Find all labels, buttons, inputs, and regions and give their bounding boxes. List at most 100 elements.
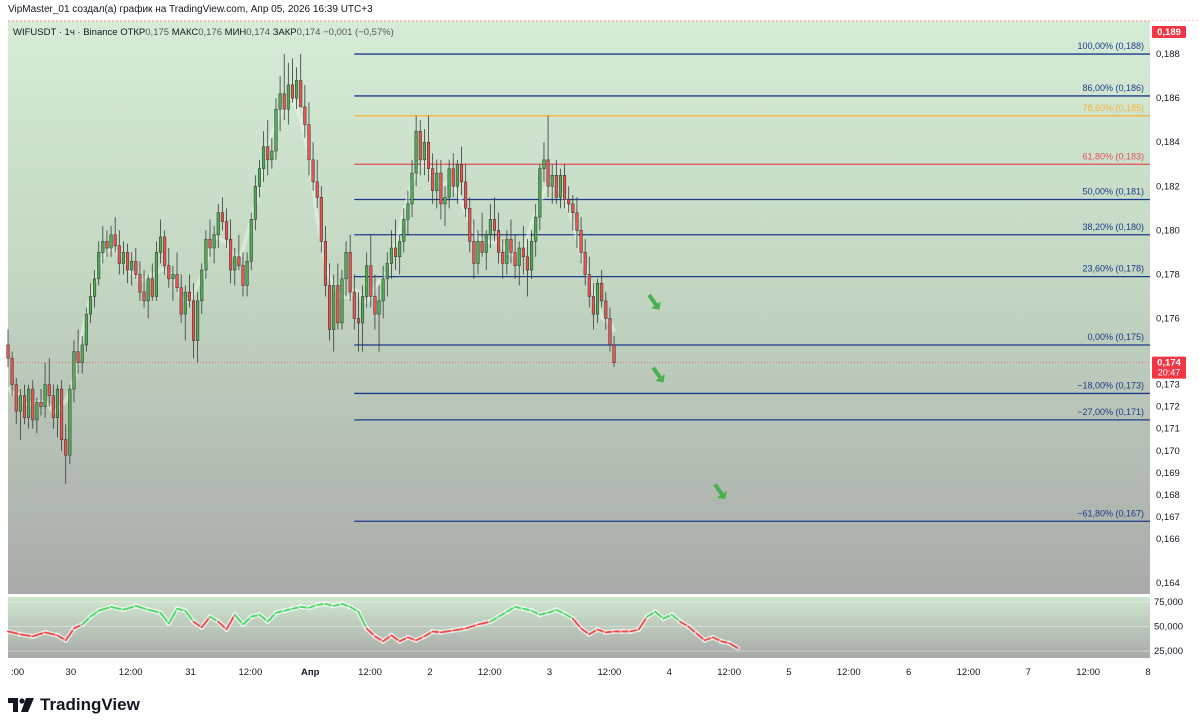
candle-body-13 [60, 388, 64, 440]
candle-body-75 [315, 181, 319, 198]
fib-level-label-1: 86,00% (0,186) [1082, 83, 1144, 93]
candle-body-29 [126, 252, 130, 271]
candle-body-123 [513, 252, 517, 266]
candle-body-68 [286, 84, 290, 110]
candle-body-7 [35, 402, 39, 421]
candle-body-41 [175, 274, 179, 288]
time-axis-tick-10: 12:00 [598, 667, 622, 678]
time-axis-tick-6: 12:00 [358, 667, 382, 678]
candle-body-107 [447, 168, 451, 198]
candle-body-105 [439, 172, 443, 205]
candle-body-120 [501, 252, 505, 264]
price-axis-tick-9: 0,172 [1156, 402, 1180, 413]
time-axis-tick-2: 12:00 [119, 667, 143, 678]
candle-body-131 [546, 159, 550, 187]
tradingview-logo[interactable]: TradingView [8, 694, 140, 716]
candle-body-1 [10, 357, 14, 385]
price-axis-tick-16: 0,164 [1156, 578, 1180, 589]
candle-body-95 [398, 241, 402, 258]
candle-body-96 [402, 219, 406, 242]
candle-body-94 [394, 247, 398, 258]
candle-body-20 [88, 296, 92, 315]
candle-body-89 [373, 296, 377, 315]
candle-body-24 [105, 241, 109, 249]
ohlc-legend: WIFUSDT · 1ч · Binance ОТКР0,175 МАКС0,1… [13, 27, 394, 38]
price-axis-tick-14: 0,167 [1156, 512, 1180, 523]
fib-level-label-4: 50,00% (0,181) [1082, 187, 1144, 197]
candle-body-118 [492, 219, 497, 231]
candle-body-38 [163, 236, 167, 266]
candle-body-87 [365, 265, 369, 297]
candle-body-126 [525, 256, 529, 271]
candle-body-92 [385, 263, 389, 280]
time-axis-tick-12: 12:00 [717, 667, 741, 678]
price-axis-tick-2: 0,184 [1156, 137, 1180, 148]
candle-body-25 [109, 234, 113, 249]
time-axis-tick-7: 2 [427, 667, 432, 678]
candle-body-135 [563, 175, 567, 200]
oscillator-axis-tick-2: 25,000 [1154, 646, 1183, 657]
candle-body-59 [249, 219, 253, 262]
candle-body-67 [282, 93, 286, 110]
candle-body-127 [530, 241, 534, 271]
candle-body-66 [278, 93, 282, 110]
main-pane-background [8, 21, 1150, 594]
candle-body-86 [361, 296, 365, 324]
candle-body-64 [270, 150, 274, 161]
candle-body-138 [575, 212, 579, 231]
candle-body-31 [134, 260, 138, 275]
candle-body-147 [612, 344, 616, 363]
candle-body-39 [167, 265, 171, 280]
time-axis-tick-19: 8 [1145, 667, 1150, 678]
candle-body-71 [299, 80, 303, 108]
price-axis-tick-3: 0,182 [1156, 181, 1180, 192]
price-badge-label-0: 0,189 [1157, 27, 1181, 38]
candle-body-46 [196, 300, 200, 341]
candle-body-134 [558, 175, 562, 198]
fib-level-label-3: 61,80% (0,183) [1082, 151, 1144, 161]
candle-body-116 [484, 234, 488, 253]
price-axis-tick-4: 0,180 [1156, 225, 1180, 236]
candle-body-114 [476, 241, 480, 264]
candle-body-77 [323, 241, 327, 286]
candle-body-103 [431, 168, 435, 191]
fib-level-label-9: −27,00% (0,171) [1077, 407, 1144, 417]
candle-body-36 [154, 252, 158, 297]
time-axis-tick-13: 5 [786, 667, 791, 678]
candle-body-129 [538, 168, 542, 218]
candle-body-101 [422, 141, 426, 161]
price-axis-tick-1: 0,186 [1156, 93, 1180, 104]
candle-body-37 [159, 236, 163, 253]
candle-body-121 [505, 238, 509, 264]
candle-body-106 [443, 197, 447, 205]
candle-body-79 [332, 285, 336, 330]
candle-body-53 [224, 221, 229, 240]
candle-body-52 [220, 212, 224, 222]
candle-body-26 [113, 234, 117, 247]
candle-body-115 [480, 241, 484, 253]
price-axis-tick-15: 0,166 [1156, 534, 1180, 545]
candle-body-32 [138, 274, 142, 293]
candle-body-51 [216, 212, 220, 236]
price-axis-background [1150, 21, 1199, 594]
candle-body-10 [47, 384, 51, 396]
candle-body-113 [472, 241, 476, 264]
candle-body-132 [550, 175, 554, 187]
candle-body-58 [245, 260, 249, 286]
candle-body-17 [76, 351, 80, 363]
candle-body-141 [587, 274, 591, 297]
candle-body-62 [262, 146, 266, 169]
fib-level-label-0: 100,00% (0,188) [1077, 41, 1144, 51]
candle-body-16 [72, 351, 76, 390]
price-chart[interactable]: 100,00% (0,188) 86,00% (0,186) 78,60% (0,1… [0, 0, 1199, 728]
candle-body-6 [31, 388, 35, 421]
candle-body-97 [406, 203, 410, 220]
candle-body-112 [468, 208, 472, 242]
price-axis-tick-5: 0,178 [1156, 269, 1180, 280]
candle-body-69 [290, 84, 294, 99]
fib-level-label-2: 78,60% (0,185) [1082, 103, 1144, 113]
candle-body-85 [356, 318, 360, 324]
tradingview-brand-name: TradingView [40, 695, 140, 714]
candle-body-33 [142, 291, 146, 302]
candle-body-144 [600, 283, 604, 302]
